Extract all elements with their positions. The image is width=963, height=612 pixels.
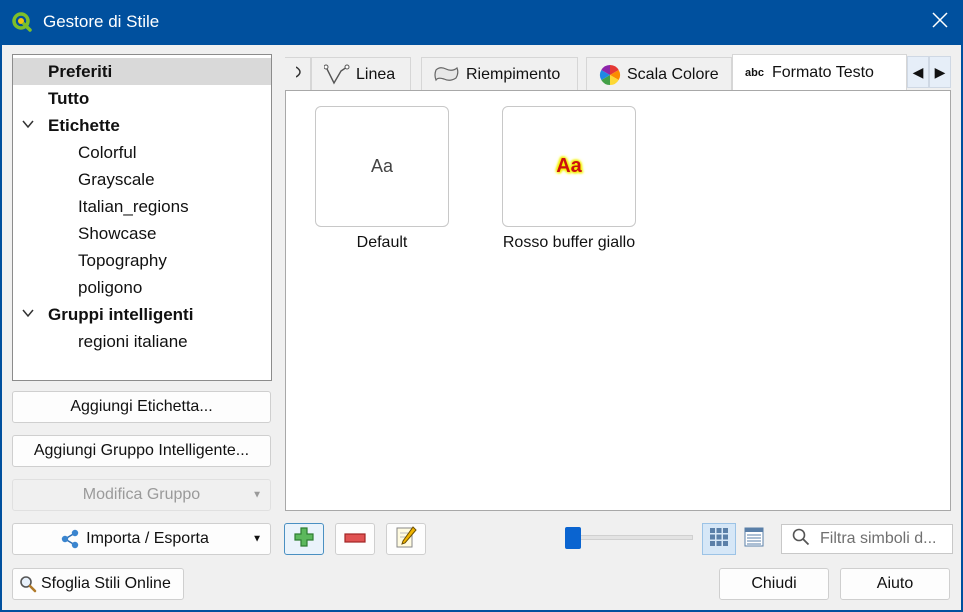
list-view-button[interactable]: [737, 523, 771, 555]
triangle-left-icon: ◀: [912, 63, 924, 80]
minus-icon: [344, 530, 366, 548]
text-format-icon-label: abc: [745, 67, 764, 79]
close-window-button[interactable]: [917, 0, 963, 45]
tree-item-regioni-italiane[interactable]: regioni italiane: [13, 328, 188, 355]
tree-item-colorful[interactable]: Colorful: [13, 139, 137, 166]
window-title: Gestore di Stile: [43, 12, 160, 31]
tree-item-label: Colorful: [78, 143, 137, 162]
icon-view-button[interactable]: [702, 523, 736, 555]
symbol-preview-default[interactable]: Aa: [315, 106, 449, 227]
symbol-name-default: Default: [356, 234, 408, 251]
tree-item-label: Topography: [78, 251, 167, 270]
tab-label: Scala Colore: [627, 65, 719, 83]
browse-online-label: Sfoglia Stili Online: [41, 575, 171, 592]
import-export-label: Importa / Esporta: [86, 530, 209, 547]
tree-item-label: regioni italiane: [78, 332, 188, 351]
tree-item-grayscale[interactable]: Grayscale: [13, 166, 155, 193]
tree-item-topography[interactable]: Topography: [13, 247, 167, 274]
text-format-icon: abc: [745, 67, 764, 79]
tree-item-label: Italian_regions: [78, 197, 189, 216]
tab-riempimento[interactable]: Riempimento: [421, 57, 578, 91]
symbol-type-tabs: Linea Riempimento Scala Colore abc Forma…: [285, 54, 951, 91]
remove-item-button[interactable]: [335, 523, 375, 555]
group-tree[interactable]: Preferiti Tutto Etichette Colorful Grays…: [12, 54, 272, 381]
tree-item-label: poligono: [78, 278, 143, 297]
tree-item-tutto[interactable]: Tutto: [13, 85, 89, 112]
add-smart-group-button[interactable]: Aggiungi Gruppo Intelligente...: [12, 435, 271, 467]
help-button-label: Aiuto: [876, 575, 914, 592]
browse-styles-online-button[interactable]: Sfoglia Stili Online: [12, 568, 184, 600]
close-button[interactable]: Chiudi: [719, 568, 829, 600]
icon-size-slider-handle[interactable]: [565, 527, 581, 549]
triangle-right-icon: ▶: [934, 63, 946, 80]
tree-item-italian-regions[interactable]: Italian_regions: [13, 193, 189, 220]
tab-label: Formato Testo: [771, 64, 874, 81]
tree-item-label: Etichette: [48, 116, 120, 135]
symbol-preview-rosso-buffer-giallo[interactable]: Aa: [502, 106, 636, 227]
magnifier-icon: [19, 575, 37, 593]
modify-group-button[interactable]: Modifica Gruppo ▼: [12, 479, 271, 511]
symbol-preview-text: Aa: [556, 155, 582, 177]
add-tag-button[interactable]: Aggiungi Etichetta...: [12, 391, 271, 423]
style-manager-window: Gestore di Stile Preferiti Tutto Etichet…: [0, 0, 963, 612]
tab-linea[interactable]: Linea: [311, 57, 411, 91]
tab-formato-testo[interactable]: abc Formato Testo: [732, 54, 907, 91]
chevron-down-icon[interactable]: [22, 112, 36, 139]
grid-view-icon: [709, 527, 729, 552]
qgis-logo-icon: [12, 12, 32, 32]
tree-item-etichette[interactable]: Etichette: [13, 112, 120, 139]
fill-icon: [434, 65, 460, 85]
tree-item-label: Grayscale: [78, 170, 155, 189]
tree-item-label: Tutto: [48, 89, 90, 108]
add-item-button[interactable]: [284, 523, 324, 555]
tree-item-preferiti[interactable]: Preferiti: [13, 58, 271, 85]
symbol-preview-text: Aa: [370, 156, 394, 176]
tree-item-label: Preferiti: [48, 62, 113, 81]
tab-scala-colore[interactable]: Scala Colore: [586, 57, 732, 91]
modify-group-label: Modifica Gruppo: [82, 486, 201, 503]
tree-item-gruppi-intelligenti[interactable]: Gruppi intelligenti: [13, 301, 193, 328]
symbol-filter-field[interactable]: [781, 524, 953, 554]
plus-icon: [293, 526, 315, 553]
dialog-body: Preferiti Tutto Etichette Colorful Grays…: [2, 45, 961, 610]
search-icon: [792, 528, 810, 551]
icon-size-slider-track[interactable]: [575, 535, 693, 540]
tab-marker-partial[interactable]: [285, 57, 311, 91]
close-button-label: Chiudi: [751, 575, 797, 592]
help-button[interactable]: Aiuto: [840, 568, 950, 600]
color-ramp-icon: [599, 64, 621, 86]
tree-item-poligono[interactable]: poligono: [13, 274, 142, 301]
tab-label: Riempimento: [466, 65, 561, 83]
tab-scroll-right-button[interactable]: ▶: [929, 56, 951, 88]
tree-item-label: Showcase: [78, 224, 157, 243]
add-smart-group-label: Aggiungi Gruppo Intelligente...: [33, 442, 250, 459]
share-icon: [60, 529, 80, 549]
tree-item-showcase[interactable]: Showcase: [13, 220, 156, 247]
add-tag-label: Aggiungi Etichetta...: [70, 398, 213, 415]
dropdown-arrow-icon: ▼: [252, 489, 262, 501]
chevron-down-icon[interactable]: [22, 301, 36, 328]
search-input[interactable]: [820, 530, 946, 548]
tab-label: Linea: [356, 65, 396, 83]
dropdown-arrow-icon: ▼: [252, 533, 262, 545]
import-export-button[interactable]: Importa / Esporta ▼: [12, 523, 271, 555]
close-icon: [932, 12, 948, 33]
edit-pencil-icon: [395, 525, 417, 554]
marker-icon: [295, 64, 306, 85]
symbol-name-rosso-buffer-giallo: Rosso buffer giallo: [502, 234, 636, 251]
list-view-icon: [744, 527, 764, 552]
edit-item-button[interactable]: [386, 523, 426, 555]
line-icon: [324, 64, 350, 86]
title-bar: Gestore di Stile: [0, 0, 963, 45]
tree-item-label: Gruppi intelligenti: [48, 305, 194, 324]
tab-scroll-left-button[interactable]: ◀: [907, 56, 929, 88]
symbol-list-view[interactable]: Aa Default Aa Rosso buffer giallo: [285, 90, 951, 511]
